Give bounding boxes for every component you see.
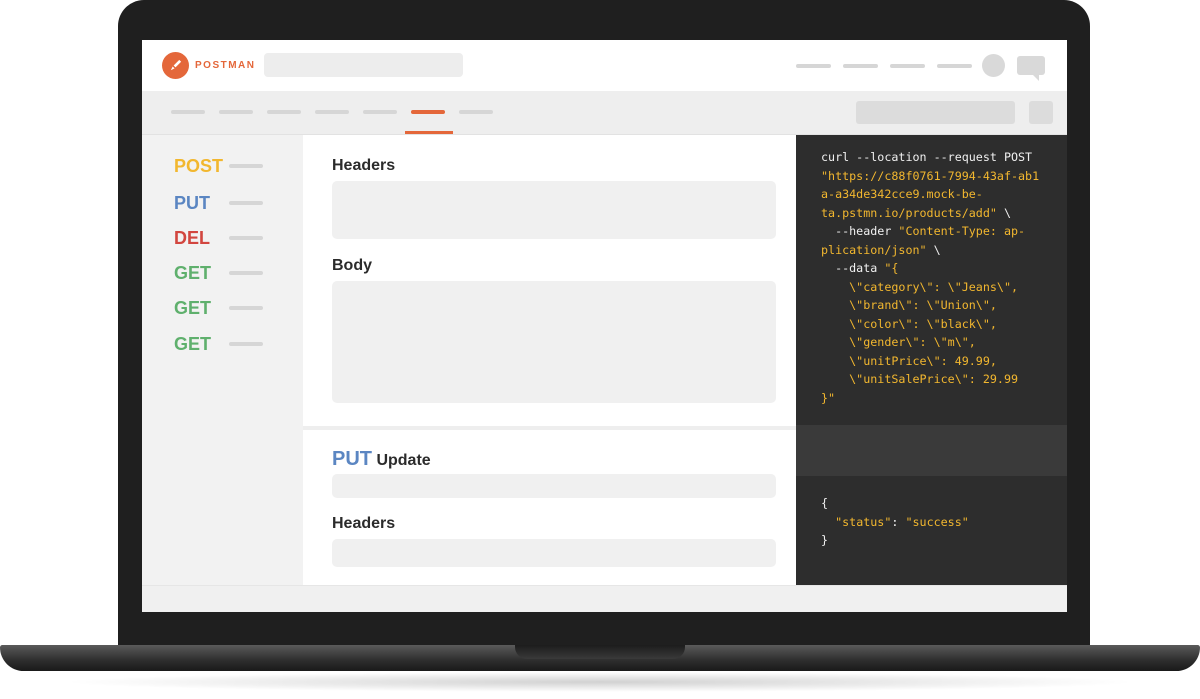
response-token: { [821,496,829,510]
request-name-placeholder [229,201,263,205]
tab[interactable] [267,110,301,114]
code-token: curl --location --request POST [821,150,1033,164]
method-label: GET [174,262,212,283]
code-token: \ [996,205,1011,220]
response-token: "status" [835,514,892,529]
tab-active[interactable] [411,110,445,114]
sidebar-item[interactable]: GET [174,334,263,354]
logo-text: POSTMAN [195,60,256,71]
put-title: Update [376,452,431,469]
tab[interactable] [363,110,397,114]
request-name-placeholder [229,236,263,240]
response-token: : [891,514,906,529]
tab[interactable] [459,110,493,114]
top-bar: POSTMAN [142,40,1067,91]
response-token [821,515,835,529]
code-token: ta.pstmn.io/products/add" [821,205,997,220]
request-name-placeholder [229,306,263,310]
search-input[interactable] [264,53,463,77]
curl-snippet: curl --location --request POST "https://… [821,148,1039,407]
response-token: } [821,533,829,547]
avatar[interactable] [982,54,1005,77]
settings-button[interactable] [1029,101,1053,124]
request-editor: Headers Body PUT Update Headers [303,135,796,585]
response-snippet: { "status": "success" } [821,494,969,550]
response-token: "success" [905,514,969,529]
method-label: PUT [174,192,210,213]
app-screen: POSTMAN POST PUT DEL GET GET GET Headers… [142,40,1067,612]
section-divider [303,426,796,430]
sidebar-item[interactable]: DEL [174,228,263,248]
code-divider [796,425,1067,476]
code-token: \"color\": \"black\", [821,316,997,331]
sidebar-item[interactable]: PUT [174,193,263,213]
request-name-placeholder [229,271,263,275]
code-token: \ [926,242,941,257]
code-token: "Content-Type: ap- [898,224,1026,238]
top-nav-item[interactable] [937,64,972,68]
environment-select[interactable] [856,101,1015,124]
headers-input-2[interactable] [332,539,776,567]
status-bar [142,585,1067,612]
method-label: GET [174,333,212,354]
active-tab-indicator [405,131,453,134]
request-name-placeholder [229,342,263,346]
method-label: POST [174,155,224,176]
sidebar-item[interactable]: GET [174,263,263,283]
code-token: --data [821,261,885,275]
code-token: a-a34de342cce9.mock-be- [821,187,983,201]
method-label: GET [174,297,212,318]
tab-bar [142,91,1067,135]
code-token: \"category\": \"Jeans\", [821,279,1019,294]
laptop-shadow [60,672,1140,692]
sidebar: POST PUT DEL GET GET GET [142,135,303,585]
code-token: \"unitSalePrice\": 29.99 [821,372,1019,386]
put-section-title: PUT Update [332,448,431,471]
body-input[interactable] [332,281,776,403]
top-nav-item[interactable] [796,64,831,68]
code-token: plication/json" [821,242,927,257]
url-input[interactable] [332,474,776,498]
laptop-notch [515,645,685,659]
sidebar-item[interactable]: POST [174,156,263,176]
code-token: "{ [884,261,899,275]
chat-icon[interactable] [1017,56,1045,81]
top-nav-item[interactable] [890,64,925,68]
sidebar-item[interactable]: GET [174,298,263,318]
code-token: --header [821,224,899,238]
code-panel: curl --location --request POST "https://… [796,135,1067,585]
method-label: DEL [174,227,210,248]
body-title: Body [332,257,372,274]
tab[interactable] [315,110,349,114]
code-token: }" [821,390,836,405]
code-token: \"gender\": \"m\", [821,335,976,349]
headers-title: Headers [332,157,396,174]
put-method-label: PUT [332,448,372,470]
rocket-icon [162,52,189,79]
top-nav-item[interactable] [843,64,878,68]
logo[interactable]: POSTMAN [162,52,256,79]
tab[interactable] [219,110,253,114]
tab[interactable] [171,110,205,114]
headers-title-2: Headers [332,515,396,532]
code-token: \"unitPrice\": 49.99, [821,353,997,368]
code-token: \"brand\": \"Union\", [821,298,997,312]
request-name-placeholder [229,164,263,168]
code-token: "https://c88f0761-7994-43af-ab1 [821,168,1040,183]
headers-input[interactable] [332,181,776,239]
